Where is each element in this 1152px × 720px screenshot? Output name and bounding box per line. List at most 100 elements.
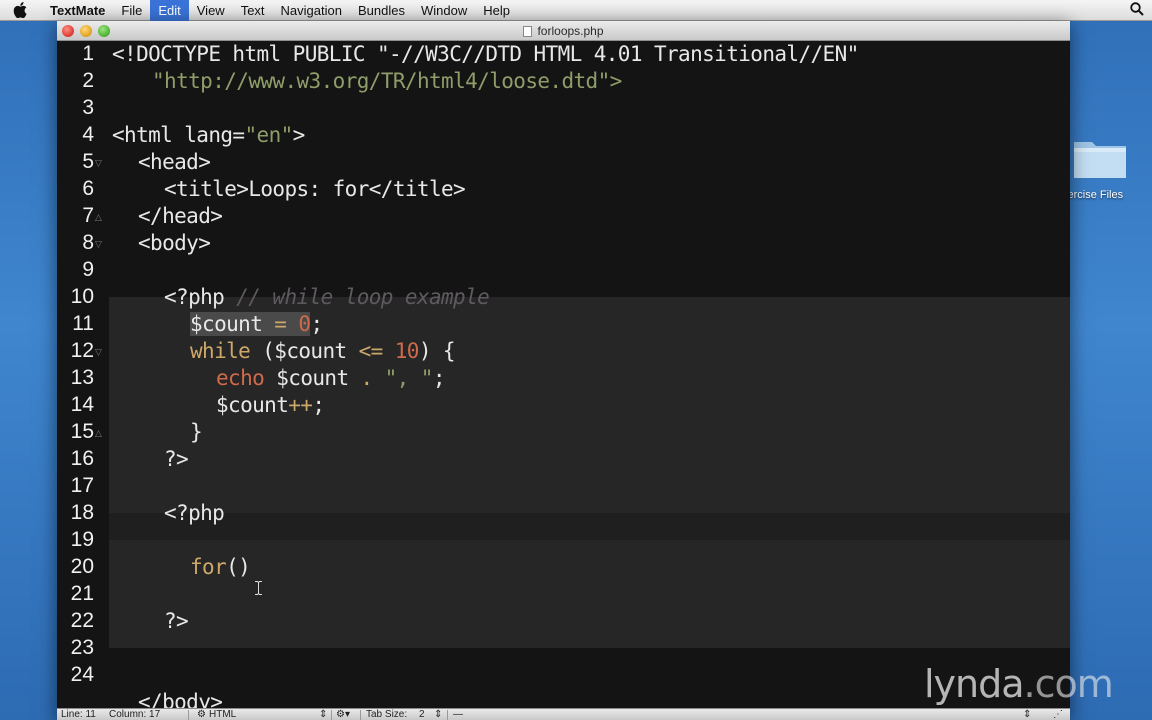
folder-icon[interactable] — [1072, 136, 1128, 180]
head-open-tag: <head> — [138, 150, 211, 174]
status-separator — [331, 710, 332, 720]
increment-operator: ++ — [288, 393, 313, 417]
code-line-12[interactable]: while ($count <= 10) { — [190, 339, 456, 363]
menu-app-textmate[interactable]: TextMate — [40, 0, 113, 21]
menu-bundles[interactable]: Bundles — [350, 0, 413, 21]
line-number: 4 — [82, 123, 94, 146]
fold-arrow-icon[interactable]: △ — [95, 429, 102, 439]
code-line-22[interactable]: ?> — [164, 609, 189, 633]
compare-operator: <= — [358, 339, 384, 363]
code-line-4[interactable]: <html lang="en"> — [112, 123, 305, 147]
fold-arrow-icon[interactable]: ▽ — [95, 348, 102, 358]
menu-window[interactable]: Window — [413, 0, 475, 21]
code-line-11[interactable]: $count = 0; — [190, 312, 323, 336]
column-indicator: Column: 17 — [109, 709, 161, 720]
head-close-tag: </head> — [138, 204, 223, 228]
code-line-18[interactable]: <?php — [164, 501, 225, 525]
line-number: 23 — [70, 636, 94, 659]
line-number: 16 — [70, 447, 94, 470]
fold-arrow-icon[interactable]: ▽ — [95, 240, 102, 250]
line-number: 17 — [70, 474, 94, 497]
statement-end: ; — [432, 366, 446, 390]
code-line-14[interactable]: $count++; — [216, 393, 325, 417]
title-bar[interactable]: forloops.php — [57, 21, 1070, 41]
number-literal: 0 — [298, 312, 311, 336]
echo-keyword: echo — [216, 366, 265, 390]
code-line-8[interactable]: <body> — [138, 231, 211, 255]
apple-menu-icon[interactable] — [0, 2, 40, 18]
language-popup-arrows-icon[interactable]: ⇕ — [319, 709, 327, 720]
line-number: 12 — [70, 339, 94, 362]
concat-operator: . — [360, 366, 374, 390]
while-condition: ($count — [250, 339, 359, 363]
lynda-watermark-logo: lynda.com — [924, 662, 1138, 712]
code-line-16[interactable]: ?> — [164, 447, 189, 471]
desktop-folder-label[interactable]: xercise Files — [1062, 189, 1152, 201]
code-line-13[interactable]: echo $count . ", "; — [216, 366, 445, 390]
language-selector[interactable]: HTML — [209, 709, 236, 720]
close-brace: } — [190, 420, 203, 444]
count-variable: $count — [190, 312, 263, 336]
code-line-2[interactable]: "http://www.w3.org/TR/html4/loose.dtd"> — [152, 69, 622, 93]
code-line-15[interactable]: } — [190, 420, 203, 444]
title-text: Loops: for — [248, 177, 369, 201]
line-number: 10 — [70, 285, 94, 308]
code-line-6[interactable]: <title>Loops: for</title> — [164, 177, 466, 201]
line-number: 6 — [82, 177, 94, 200]
editor-window: forloops.php 1 2 3 4 5 ▽ 6 7 △ 8 ▽ 9 10 11 … — [57, 21, 1070, 720]
line-number: 22 — [70, 609, 94, 632]
echo-variable: $count — [264, 366, 361, 390]
line-number: 8 — [82, 231, 94, 254]
line-number: 1 — [82, 42, 94, 65]
tab-size-value[interactable]: 2 — [419, 709, 425, 720]
symbol-popup-icon[interactable]: — — [453, 709, 463, 720]
line-number: 19 — [70, 528, 94, 551]
line-number: 7 — [82, 204, 94, 227]
menu-bar: TextMate File Edit View Text Navigation … — [0, 0, 1152, 21]
menu-help[interactable]: Help — [475, 0, 518, 21]
spotlight-search-icon[interactable] — [1130, 2, 1144, 19]
menu-file[interactable]: File — [113, 0, 150, 21]
line-number: 3 — [82, 96, 94, 119]
bundle-gear-icon[interactable]: ⚙▾ — [336, 709, 350, 720]
code-comment: // while loop example — [236, 285, 490, 309]
code-line-1[interactable]: <!DOCTYPE html PUBLIC "-//W3C//DTD HTML … — [112, 42, 859, 66]
code-line-7[interactable]: </head> — [138, 204, 223, 228]
text-cursor-icon — [255, 581, 262, 595]
fold-arrow-icon[interactable]: ▽ — [95, 159, 102, 169]
while-open-brace: ) { — [418, 339, 456, 363]
menu-view[interactable]: View — [189, 0, 233, 21]
menu-navigation[interactable]: Navigation — [273, 0, 350, 21]
menu-edit[interactable]: Edit — [150, 0, 189, 21]
menu-text[interactable]: Text — [233, 0, 273, 21]
fold-arrow-icon[interactable]: △ — [95, 213, 102, 223]
code-editor[interactable]: 1 2 3 4 5 ▽ 6 7 △ 8 ▽ 9 10 11 12 ▽ 13 14 15 △… — [57, 41, 1070, 708]
gear-icon[interactable]: ⚙ — [197, 709, 206, 720]
watermark-text: lynda — [924, 662, 1025, 706]
code-line-5[interactable]: <head> — [138, 150, 211, 174]
line-number: 14 — [70, 393, 94, 416]
line-number: 15 — [70, 420, 94, 443]
tab-size-arrows-icon[interactable]: ⇕ — [434, 709, 442, 720]
window-title-text: forloops.php — [537, 24, 604, 38]
lang-attribute-value: "en" — [244, 123, 293, 147]
code-line-10[interactable]: <?php // while loop example — [164, 285, 490, 309]
line-number: 18 — [70, 501, 94, 524]
selected-text: $count = 0 — [190, 312, 311, 336]
html-open-tag: <html lang= — [112, 123, 245, 147]
code-line-20[interactable]: for() — [190, 555, 251, 579]
for-keyword: for — [190, 555, 227, 579]
body-open-tag: <body> — [138, 231, 211, 255]
statement-end: ; — [312, 393, 325, 417]
line-number-gutter[interactable]: 1 2 3 4 5 ▽ 6 7 △ 8 ▽ 9 10 11 12 ▽ 13 14 15 △… — [57, 41, 109, 708]
statement-end: ; — [310, 312, 323, 336]
php-open-tag: <?php — [164, 285, 225, 309]
doctype-url: "http://www.w3.org/TR/html4/loose.dtd"> — [152, 69, 622, 93]
tab-size-label[interactable]: Tab Size: — [366, 709, 407, 720]
html-open-tag-end: > — [292, 123, 306, 147]
line-number: 9 — [82, 258, 94, 281]
php-close-tag: ?> — [164, 609, 189, 633]
status-separator — [360, 710, 361, 720]
code-line-25[interactable]: </body> — [138, 690, 223, 708]
line-number: 21 — [70, 582, 94, 605]
